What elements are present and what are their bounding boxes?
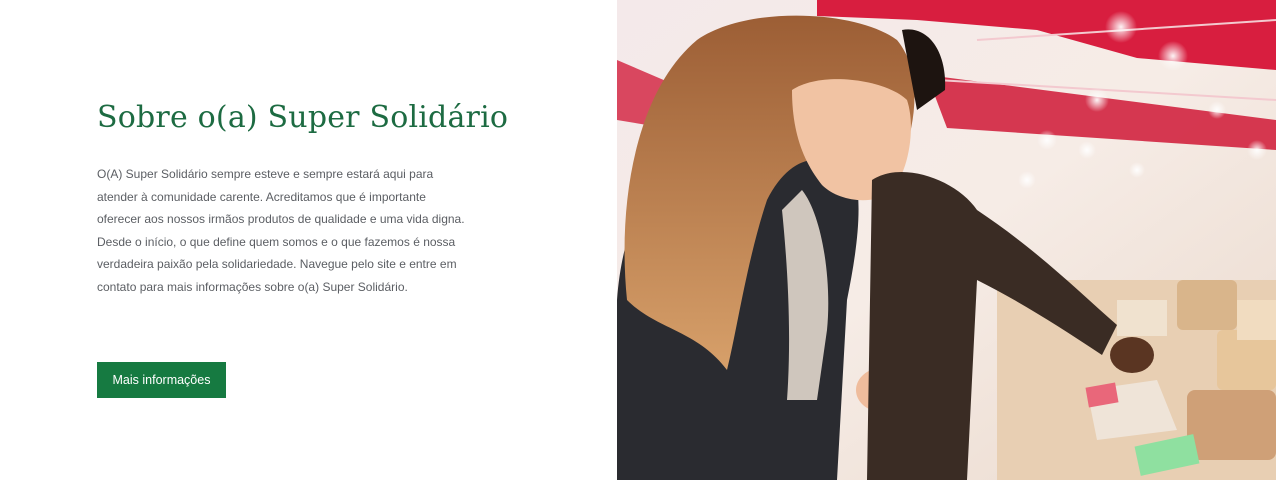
about-text-panel: Sobre o(a) Super Solidário O(A) Super So… [0, 0, 617, 480]
about-section: Sobre o(a) Super Solidário O(A) Super So… [0, 0, 1276, 480]
more-info-button[interactable]: Mais informações [97, 362, 226, 398]
section-description: O(A) Super Solidário sempre esteve e sem… [97, 167, 465, 294]
section-title: Sobre o(a) Super Solidário [97, 100, 509, 135]
market-photo-image [617, 0, 1276, 480]
market-photo [617, 0, 1276, 480]
